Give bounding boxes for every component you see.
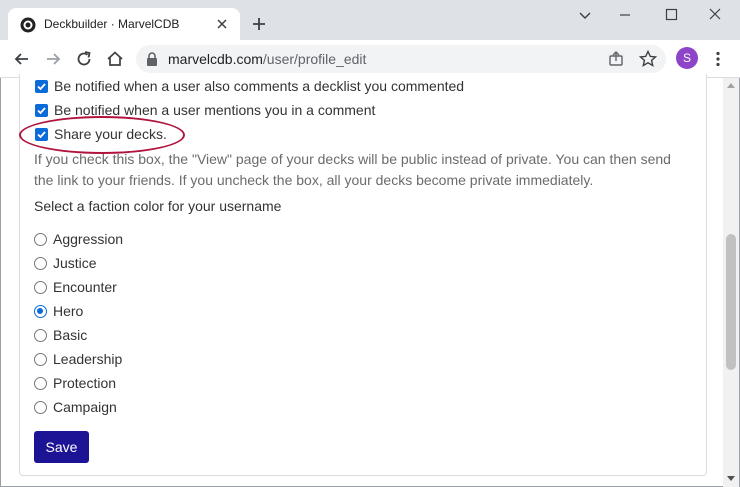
- page-scrollbar[interactable]: [723, 78, 739, 487]
- faction-option-basic[interactable]: Basic: [34, 325, 87, 345]
- url-text: marvelcdb.com/user/profile_edit: [168, 51, 366, 67]
- faction-option-campaign[interactable]: Campaign: [34, 397, 117, 417]
- faction-prompt: Select a faction color for your username: [34, 198, 282, 214]
- kebab-menu-icon[interactable]: [708, 49, 728, 69]
- scroll-down-arrow-icon[interactable]: [727, 476, 735, 482]
- faction-label: Leadership: [53, 351, 123, 367]
- faction-label: Aggression: [53, 231, 124, 247]
- url-path: /user/profile_edit: [262, 51, 367, 67]
- faction-option-justice[interactable]: Justice: [34, 253, 97, 273]
- lock-icon[interactable]: [145, 51, 159, 67]
- new-tab-icon[interactable]: [250, 15, 268, 33]
- faction-option-encounter[interactable]: Encounter: [34, 277, 117, 297]
- scroll-up-arrow-icon[interactable]: [727, 82, 735, 88]
- forward-arrow-icon[interactable]: [43, 49, 63, 69]
- faction-radio[interactable]: [34, 256, 47, 270]
- browser-tab[interactable]: Deckbuilder · MarvelCDB: [8, 8, 240, 40]
- faction-radio[interactable]: [34, 280, 47, 294]
- faction-option-hero[interactable]: Hero: [34, 301, 83, 321]
- notify-comment-label: Be notified when a user also comments a …: [54, 78, 465, 94]
- faction-radio[interactable]: [34, 328, 47, 342]
- faction-radio-selected[interactable]: [34, 304, 47, 318]
- notify-comment-row[interactable]: Be notified when a user also comments a …: [35, 76, 464, 96]
- faction-label: Protection: [53, 375, 117, 391]
- faction-option-aggression[interactable]: Aggression: [34, 229, 123, 249]
- close-window-icon[interactable]: [704, 6, 726, 24]
- faction-option-leadership[interactable]: Leadership: [34, 349, 122, 369]
- maximize-icon[interactable]: [660, 6, 682, 24]
- notify-mention-checkbox[interactable]: [35, 103, 48, 117]
- faction-label: Encounter: [53, 279, 117, 295]
- save-button[interactable]: Save: [34, 431, 89, 463]
- faction-label: Campaign: [53, 399, 117, 415]
- faction-label: Justice: [53, 255, 97, 271]
- url-host: marvelcdb.com: [168, 51, 263, 67]
- share-icon[interactable]: [606, 49, 626, 69]
- faction-radio[interactable]: [34, 352, 47, 366]
- faction-radio[interactable]: [34, 232, 47, 246]
- reload-icon[interactable]: [74, 49, 94, 69]
- faction-radio[interactable]: [34, 376, 47, 390]
- share-decks-help-text: If you check this box, the "View" page o…: [34, 151, 671, 188]
- faction-option-protection[interactable]: Protection: [34, 373, 116, 393]
- scrollbar-thumb[interactable]: [726, 234, 736, 370]
- minimize-icon[interactable]: [614, 6, 636, 24]
- faction-label: Hero: [53, 303, 84, 319]
- page-content: Be notified when a user also comments a …: [0, 74, 740, 487]
- faction-label: Basic: [53, 327, 88, 343]
- title-bar: Deckbuilder · MarvelCDB: [0, 0, 740, 40]
- notify-comment-checkbox[interactable]: [35, 79, 48, 93]
- marvelcdb-favicon-icon: [20, 17, 36, 33]
- address-bar[interactable]: marvelcdb.com/user/profile_edit: [136, 45, 666, 73]
- close-tab-icon[interactable]: [214, 16, 230, 32]
- profile-avatar[interactable]: S: [676, 47, 698, 69]
- browser-toolbar: marvelcdb.com/user/profile_edit S: [0, 40, 740, 78]
- home-icon[interactable]: [105, 49, 125, 69]
- bookmark-star-icon[interactable]: [638, 49, 658, 69]
- faction-radio[interactable]: [34, 400, 47, 414]
- back-arrow-icon[interactable]: [12, 49, 32, 69]
- tab-title: Deckbuilder · MarvelCDB: [44, 17, 180, 31]
- tab-search-chevron-icon[interactable]: [574, 6, 596, 24]
